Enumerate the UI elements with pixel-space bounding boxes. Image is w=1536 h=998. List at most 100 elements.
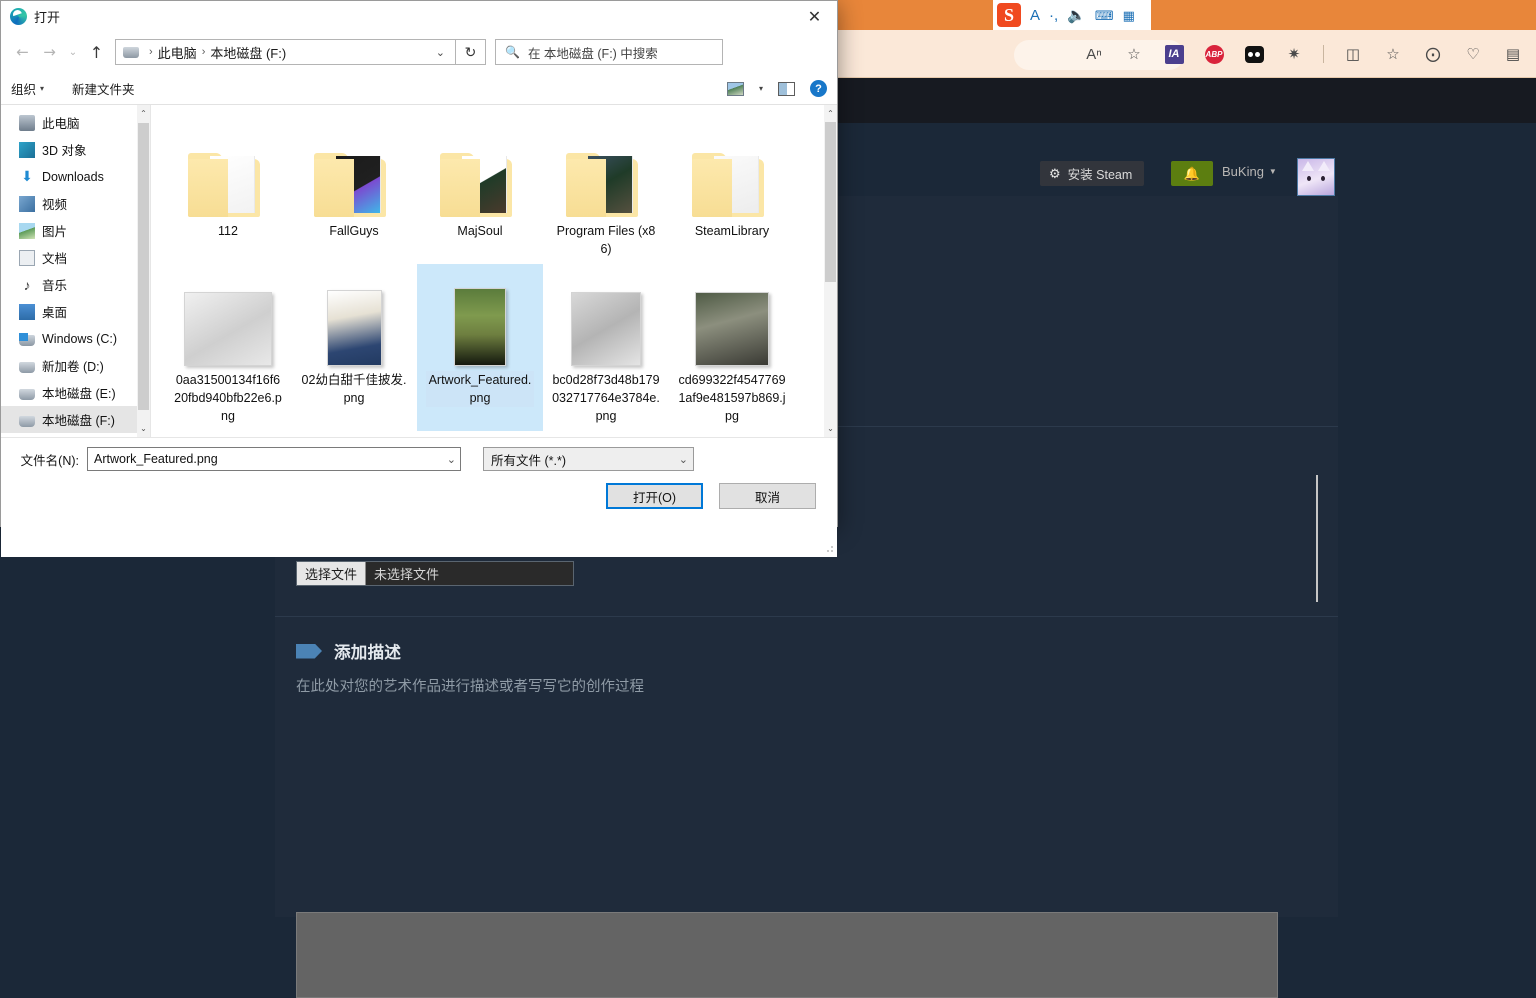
dialog-body: 此电脑 3D 对象⬇Downloads视频图片文档♪音乐桌面Windows (C:… — [1, 105, 837, 437]
preview-pane-icon[interactable] — [778, 82, 795, 96]
dark-reader-extension-icon[interactable] — [1243, 43, 1265, 65]
file-item[interactable]: 0aa31500134f16f620fbd940bfb22e6.png — [165, 264, 291, 431]
close-icon[interactable]: ✕ — [792, 1, 837, 31]
address-bar[interactable]: › 此电脑 › 本地磁盘 (F:) ⌄ — [115, 39, 456, 65]
file-scroll-thumb[interactable] — [825, 122, 836, 282]
scroll-up-icon[interactable]: ⌃ — [825, 105, 836, 122]
file-item[interactable]: cd699322f45477691af9e481597b869.jpg — [669, 264, 795, 431]
extension-puzzle-icon[interactable]: ✷ — [1283, 43, 1305, 65]
add-tab-icon[interactable]: ⨀ — [1422, 43, 1444, 65]
file-name-label: Program Files (x86) — [552, 222, 660, 258]
microphone-icon[interactable]: 🔈 — [1067, 8, 1086, 23]
folder-item[interactable]: SteamLibrary — [669, 115, 795, 264]
description-textarea[interactable] — [296, 912, 1278, 998]
open-button[interactable]: 打开(O) — [606, 483, 703, 509]
breadcrumb-this-pc[interactable]: 此电脑 — [158, 43, 197, 62]
nav-scroll-thumb[interactable] — [138, 123, 149, 410]
browser-essentials-icon[interactable]: ♡ — [1462, 43, 1484, 65]
nav-item-1[interactable]: 3D 对象 — [1, 136, 150, 163]
nav-item-label: 此电脑 — [42, 113, 80, 132]
chevron-down-icon[interactable]: ⌄ — [673, 453, 688, 466]
punctuation-icon[interactable]: ·, — [1049, 8, 1058, 23]
file-list-pane[interactable]: 112FallGuysMajSoulProgram Files (x86)Ste… — [151, 105, 837, 437]
nav-item-5[interactable]: 文档 — [1, 244, 150, 271]
section-title-2: 添加描述 — [334, 639, 401, 663]
split-screen-icon[interactable]: ◫ — [1342, 43, 1364, 65]
folder-icon — [314, 151, 394, 217]
nav-item-7[interactable]: 桌面 — [1, 298, 150, 325]
thumbnail — [571, 268, 641, 366]
internet-archive-extension-icon[interactable]: IA — [1163, 43, 1185, 65]
nav-item-4[interactable]: 图片 — [1, 217, 150, 244]
file-name-label: cd699322f45477691af9e481597b869.jpg — [678, 371, 786, 425]
choose-file-button[interactable]: 选择文件 — [297, 562, 366, 585]
chevron-down-icon[interactable]: ⌄ — [428, 46, 453, 59]
filetype-select[interactable]: 所有文件 (*.*) ⌄ — [483, 447, 694, 471]
breadcrumb-separator-1: › — [197, 46, 211, 58]
folder-item[interactable]: MajSoul — [417, 115, 543, 264]
scroll-down-icon[interactable]: ⌄ — [138, 420, 149, 437]
resize-grip[interactable] — [824, 545, 834, 555]
avatar[interactable] — [1297, 158, 1335, 196]
steam-download-icon: ⚙ — [1049, 166, 1061, 182]
folder-item[interactable]: 112 — [165, 115, 291, 264]
ime-floating-toolbar[interactable]: S A ·, 🔈 ⌨ ▦ — [993, 0, 1151, 30]
file-item[interactable]: bc0d28f73d48b179032717764e3784e.png — [543, 264, 669, 431]
nav-item-3[interactable]: 视频 — [1, 190, 150, 217]
read-aloud-icon[interactable]: Aⁿ — [1083, 43, 1105, 65]
install-steam-button[interactable]: ⚙ 安装 Steam — [1040, 161, 1144, 186]
folder-item[interactable]: Program Files (x86) — [543, 115, 669, 264]
favorites-star-icon[interactable]: ☆ — [1123, 43, 1145, 65]
browser-more-icon[interactable]: ▤ — [1502, 43, 1524, 65]
back-icon[interactable]: ← — [9, 38, 36, 66]
scroll-up-icon[interactable]: ⌃ — [138, 105, 149, 122]
sogou-ime-logo[interactable]: S — [997, 3, 1021, 27]
nav-item-11[interactable]: 本地磁盘 (F:) — [1, 406, 150, 433]
nav-item-6[interactable]: ♪音乐 — [1, 271, 150, 298]
cancel-button[interactable]: 取消 — [719, 483, 816, 509]
nav-item-9[interactable]: 新加卷 (D:) — [1, 352, 150, 379]
help-icon[interactable]: ? — [810, 80, 827, 97]
adblock-plus-extension-icon[interactable]: ABP — [1203, 43, 1225, 65]
nav-item-0[interactable]: 此电脑 — [1, 109, 150, 136]
organize-button[interactable]: 组织 ▾ — [11, 79, 44, 98]
text-mode-icon[interactable]: A — [1030, 8, 1040, 23]
dialog-title-bar[interactable]: 打开 ✕ — [1, 1, 837, 31]
section-add-description: 添加描述 在此处对您的艺术作品进行描述或者写写它的创作过程 — [275, 616, 1338, 917]
user-menu[interactable]: BuKing ▼ — [1222, 164, 1277, 179]
file-item[interactable]: Artwork_Featured.png — [417, 264, 543, 431]
nav-pane-scrollbar[interactable]: ⌃ ⌄ — [137, 105, 150, 437]
navigation-pane: 此电脑 3D 对象⬇Downloads视频图片文档♪音乐桌面Windows (C:… — [1, 105, 151, 437]
nav-item-2[interactable]: ⬇Downloads — [1, 163, 150, 190]
chevron-down-icon: ▼ — [1269, 167, 1277, 176]
forward-icon[interactable]: → — [36, 38, 63, 66]
chevron-down-icon[interactable]: ▾ — [759, 84, 763, 93]
recent-locations-icon[interactable]: ⌄ — [63, 38, 83, 66]
file-name-label: 02幼白甜千佳披发.png — [300, 371, 408, 407]
filename-input[interactable]: Artwork_Featured.png ⌄ — [87, 447, 461, 471]
refresh-icon[interactable]: ↻ — [456, 39, 486, 65]
chevron-down-icon[interactable]: ⌄ — [441, 453, 456, 466]
view-mode-icon[interactable] — [727, 82, 744, 96]
new-folder-button[interactable]: 新建文件夹 — [72, 79, 135, 98]
notifications-button[interactable]: 🔔 — [1171, 161, 1213, 186]
content-scroll-caret[interactable] — [1316, 475, 1318, 602]
keyboard-icon[interactable]: ⌨ — [1095, 9, 1114, 22]
thumbnail — [184, 268, 272, 366]
folder-item[interactable]: FallGuys — [291, 115, 417, 264]
nav-item-8[interactable]: Windows (C:) — [1, 325, 150, 352]
thumbnail — [454, 268, 506, 366]
file-item[interactable]: 02幼白甜千佳披发.png — [291, 264, 417, 431]
nav-item-10[interactable]: 本地磁盘 (E:) — [1, 379, 150, 406]
apps-icon[interactable]: ▦ — [1123, 9, 1135, 22]
description-hint: 在此处对您的艺术作品进行描述或者写写它的创作过程 — [275, 675, 1338, 696]
search-input[interactable]: 🔍 在 本地磁盘 (F:) 中搜索 — [495, 39, 723, 65]
artwork-file-input[interactable]: 选择文件 未选择文件 — [296, 561, 574, 586]
image-thumbnail — [695, 292, 769, 366]
collections-icon[interactable]: ☆ — [1382, 43, 1404, 65]
file-list-scrollbar[interactable]: ⌃ ⌄ — [824, 105, 837, 437]
breadcrumb-drive-f[interactable]: 本地磁盘 (F:) — [210, 43, 286, 62]
scroll-down-icon[interactable]: ⌄ — [825, 420, 836, 437]
filename-row: 文件名(N): Artwork_Featured.png ⌄ 所有文件 (*.*… — [1, 446, 839, 472]
up-one-level-icon[interactable]: ↑ — [83, 38, 110, 66]
